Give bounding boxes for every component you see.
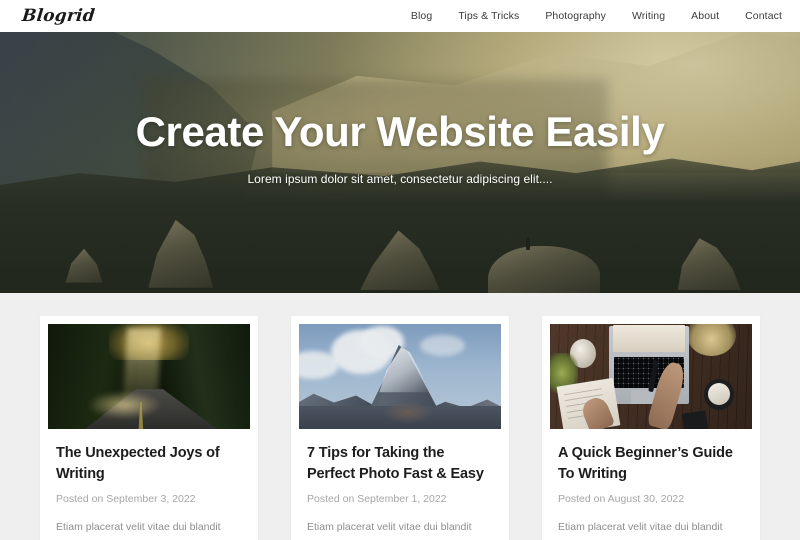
hero-subtitle: Lorem ipsum dolor sit amet, consectetur …: [247, 171, 553, 186]
nav-item-about[interactable]: About: [678, 10, 732, 22]
main-navigation: Blog Tips & Tricks Photography Writing A…: [398, 10, 782, 22]
nav-item-photography[interactable]: Photography: [532, 10, 619, 22]
post-excerpt: Etiam placerat velit vitae dui blandit s…: [558, 521, 726, 540]
post-grid: The Unexpected Joys of Writing Posted on…: [0, 293, 800, 540]
post-meta: Posted on September 3, 2022: [56, 493, 196, 506]
post-card[interactable]: 7 Tips for Taking the Perfect Photo Fast…: [291, 316, 509, 540]
nav-item-writing[interactable]: Writing: [619, 10, 678, 22]
post-title[interactable]: A Quick Beginner’s Guide To Writing: [558, 443, 744, 484]
hero-content: Create Your Website Easily Lorem ipsum d…: [0, 109, 800, 215]
post-excerpt: Etiam placerat velit vitae dui blandit s…: [56, 521, 224, 540]
site-header: Blogrid Blog Tips & Tricks Photography W…: [0, 0, 800, 32]
post-thumbnail[interactable]: [299, 324, 501, 429]
nav-item-contact[interactable]: Contact: [732, 10, 782, 22]
post-meta: Posted on August 30, 2022: [558, 493, 685, 506]
site-logo[interactable]: Blogrid: [21, 6, 96, 26]
post-card[interactable]: A Quick Beginner’s Guide To Writing Post…: [542, 316, 760, 540]
post-card[interactable]: The Unexpected Joys of Writing Posted on…: [40, 316, 258, 540]
post-title[interactable]: 7 Tips for Taking the Perfect Photo Fast…: [307, 443, 493, 484]
post-meta: Posted on September 1, 2022: [307, 493, 447, 506]
post-body: The Unexpected Joys of Writing Posted on…: [48, 429, 250, 540]
post-body: 7 Tips for Taking the Perfect Photo Fast…: [299, 429, 501, 540]
hero-title: Create Your Website Easily: [135, 108, 665, 156]
hero-section: Create Your Website Easily Lorem ipsum d…: [0, 32, 800, 293]
post-thumbnail[interactable]: [48, 324, 250, 429]
post-body: A Quick Beginner’s Guide To Writing Post…: [550, 429, 752, 540]
post-title[interactable]: The Unexpected Joys of Writing: [56, 443, 242, 484]
nav-item-tips-tricks[interactable]: Tips & Tricks: [445, 10, 532, 22]
post-thumbnail[interactable]: [550, 324, 752, 429]
nav-item-blog[interactable]: Blog: [398, 10, 445, 22]
post-excerpt: Etiam placerat velit vitae dui blandit s…: [307, 521, 475, 540]
